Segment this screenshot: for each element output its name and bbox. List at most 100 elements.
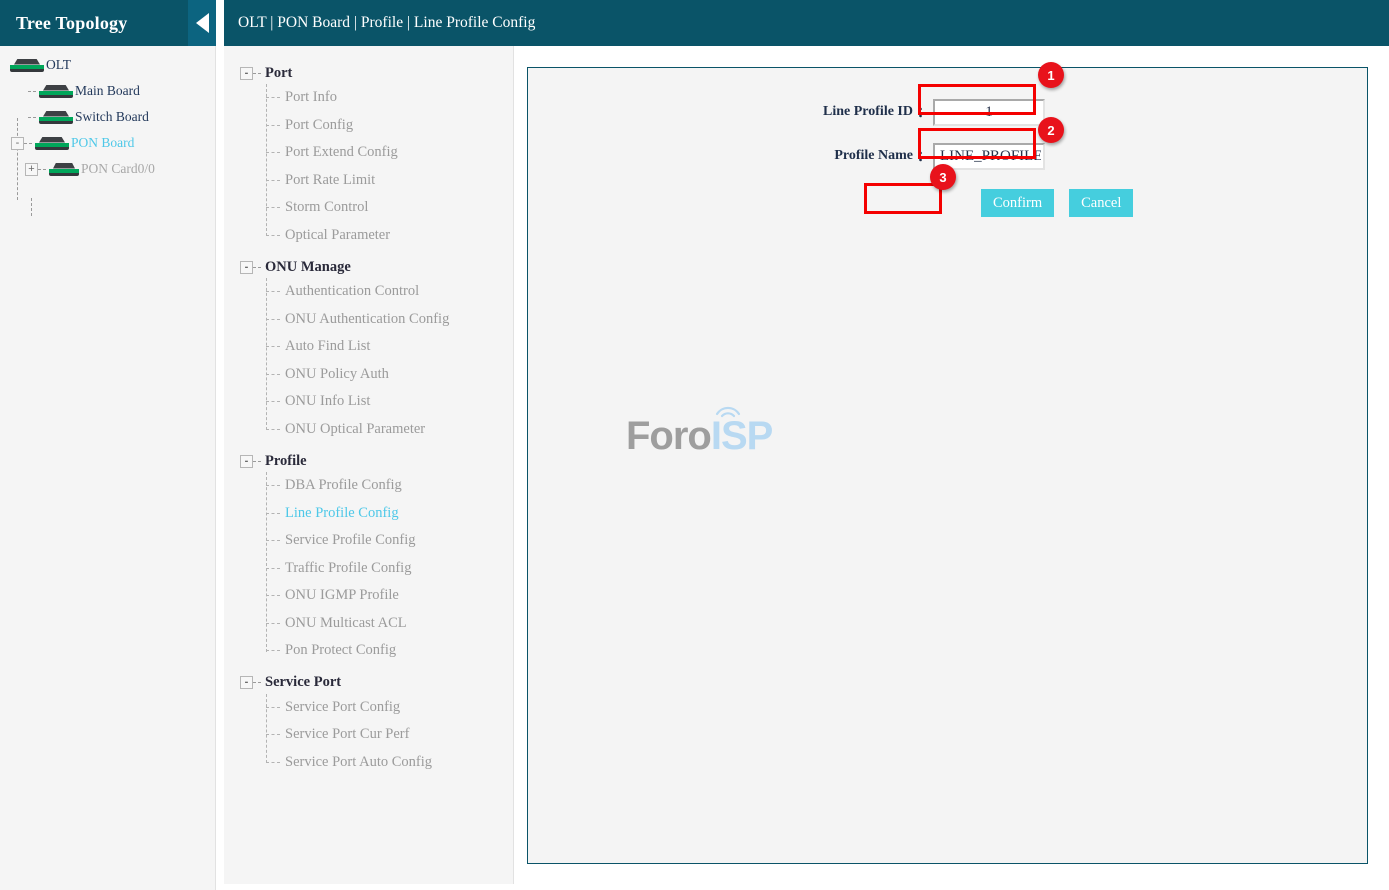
- menu-item-port-config[interactable]: Port Config: [266, 112, 513, 140]
- menu-item-onu-policy-auth[interactable]: ONU Policy Auth: [266, 361, 513, 389]
- foroisp-watermark: Foro ISP: [626, 406, 773, 459]
- tree-item-pon-card[interactable]: + PON Card0/0: [0, 156, 215, 182]
- tree-item-label: Switch Board: [75, 109, 149, 124]
- menu-item-dba-profile-config[interactable]: DBA Profile Config: [266, 472, 513, 500]
- profile-name-label: Profile Name: [834, 148, 913, 163]
- menu-item-onu-multicast-acl[interactable]: ONU Multicast ACL: [266, 610, 513, 638]
- menu-item-label: Auto Find List: [285, 338, 371, 355]
- menu-connector: [253, 72, 261, 74]
- device-icon: [49, 162, 79, 176]
- device-icon: [35, 136, 69, 150]
- menu-item-connector: [266, 207, 280, 209]
- device-tree: OLT Main Board Switch Board - PON Board …: [0, 46, 215, 216]
- menu-item-connector: [266, 761, 280, 763]
- menu-group-profile[interactable]: - Profile: [240, 450, 513, 472]
- menu-group-spacer: [224, 665, 513, 672]
- label-colon: ：: [917, 150, 931, 165]
- profile-name-input[interactable]: [933, 142, 1045, 170]
- menu-item-service-profile-config[interactable]: Service Profile Config: [266, 527, 513, 555]
- menu-item-authentication-control[interactable]: Authentication Control: [266, 278, 513, 306]
- menu-item-onu-optical-parameter[interactable]: ONU Optical Parameter: [266, 416, 513, 444]
- form-action-row: Confirm Cancel: [812, 189, 1232, 217]
- menu-item-auto-find-list[interactable]: Auto Find List: [266, 333, 513, 361]
- profile-name-row: Profile Name ：: [812, 134, 1232, 178]
- label-colon: ：: [917, 106, 931, 121]
- menu-item-connector: [266, 179, 280, 181]
- menu-item-label: Line Profile Config: [285, 504, 399, 521]
- menu-group-toggle[interactable]: -: [240, 66, 253, 80]
- menu-group-label: Profile: [265, 452, 307, 469]
- menu-group-label: Port: [265, 64, 293, 81]
- wifi-arc-icon: [715, 406, 740, 418]
- device-icon: [39, 84, 73, 98]
- menu-item-connector: [266, 428, 280, 430]
- tree-item-label: PON Board: [71, 135, 135, 150]
- navigation-menu-list: - Port Port Info Port Config Port Extend Con…: [224, 0, 513, 776]
- line-profile-id-input[interactable]: [933, 98, 1045, 126]
- menu-item-label: Port Extend Config: [285, 144, 398, 161]
- tree-item-olt[interactable]: OLT: [0, 52, 215, 78]
- device-icon: [10, 58, 44, 72]
- menu-item-onu-info-list[interactable]: ONU Info List: [266, 388, 513, 416]
- navigation-menu-panel: - Port Port Info Port Config Port Extend Con…: [224, 0, 514, 884]
- menu-item-service-port-cur-perf[interactable]: Service Port Cur Perf: [266, 721, 513, 749]
- menu-item-label: ONU IGMP Profile: [285, 587, 399, 604]
- menu-item-onu-igmp-profile[interactable]: ONU IGMP Profile: [266, 582, 513, 610]
- menu-item-label: Pon Protect Config: [285, 642, 397, 659]
- device-icon: [39, 110, 73, 124]
- menu-item-label: Port Info: [285, 89, 337, 106]
- tree-item-switch-board[interactable]: Switch Board: [0, 104, 215, 130]
- menu-connector: [253, 682, 261, 683]
- sidebar-collapse-button[interactable]: [188, 0, 216, 46]
- menu-group-label: ONU Manage: [265, 258, 351, 275]
- menu-item-service-port-auto-config[interactable]: Service Port Auto Config: [266, 749, 513, 777]
- tree-item-main-board[interactable]: Main Board: [0, 78, 215, 104]
- menu-group-onu-manage[interactable]: - ONU Manage: [240, 256, 513, 278]
- tree-item-pon-board[interactable]: - PON Board: [0, 130, 215, 156]
- menu-item-label: ONU Info List: [285, 393, 371, 410]
- menu-item-service-port-config[interactable]: Service Port Config: [266, 694, 513, 722]
- confirm-button[interactable]: Confirm: [981, 189, 1055, 217]
- menu-group-toggle[interactable]: -: [240, 676, 253, 689]
- menu-item-port-rate-limit[interactable]: Port Rate Limit: [266, 167, 513, 195]
- menu-group-toggle[interactable]: -: [240, 454, 253, 468]
- menu-item-label: Storm Control: [285, 199, 369, 216]
- menu-item-connector: [266, 291, 280, 293]
- menu-item-storm-control[interactable]: Storm Control: [266, 194, 513, 222]
- tree-connector: [38, 168, 46, 170]
- menu-group-service-port[interactable]: - Service Port: [240, 672, 513, 694]
- menu-item-port-extend-config[interactable]: Port Extend Config: [266, 139, 513, 167]
- sidebar-title: Tree Topology: [16, 12, 128, 33]
- tree-item-label: OLT: [46, 57, 72, 72]
- cancel-button[interactable]: Cancel: [1069, 189, 1134, 217]
- menu-item-label: Optical Parameter: [285, 226, 391, 243]
- menu-connector: [253, 460, 261, 462]
- breadcrumb: OLT | PON Board | Profile | Line Profile…: [238, 14, 536, 31]
- tree-collapse-toggle[interactable]: -: [11, 136, 24, 150]
- menu-group-items: Service Port Config Service Port Cur Perf…: [224, 693, 513, 777]
- menu-group-items: DBA Profile Config Line Profile Config Ser…: [224, 472, 513, 665]
- menu-item-traffic-profile-config[interactable]: Traffic Profile Config: [266, 555, 513, 583]
- menu-group-toggle[interactable]: -: [240, 260, 253, 274]
- tree-connector: [28, 90, 36, 92]
- menu-item-onu-authentication-config[interactable]: ONU Authentication Config: [266, 306, 513, 334]
- tree-expand-toggle[interactable]: +: [25, 162, 38, 176]
- menu-item-connector: [266, 234, 280, 236]
- menu-item-label: Service Port Config: [285, 698, 401, 715]
- menu-connector: [253, 266, 261, 268]
- menu-item-line-profile-config[interactable]: Line Profile Config: [266, 500, 513, 528]
- menu-item-port-info[interactable]: Port Info: [266, 84, 513, 112]
- menu-item-label: ONU Optical Parameter: [285, 420, 426, 437]
- content-area: Foro ISP Line Profile ID ： Profi: [515, 46, 1389, 890]
- tree-topology-sidebar: Tree Topology OLT Main Board Switch Boar…: [0, 0, 216, 890]
- menu-item-pon-protect-config[interactable]: Pon Protect Config: [266, 637, 513, 665]
- menu-group-port[interactable]: - Port: [240, 62, 513, 84]
- menu-item-label: DBA Profile Config: [285, 477, 402, 494]
- menu-item-label: ONU Policy Auth: [285, 365, 389, 382]
- menu-item-optical-parameter[interactable]: Optical Parameter: [266, 222, 513, 250]
- watermark-isp-text: ISP: [710, 414, 773, 458]
- menu-item-label: Authentication Control: [285, 283, 420, 300]
- menu-item-label: Port Config: [285, 116, 354, 133]
- tree-item-label: PON Card0/0: [81, 161, 155, 176]
- menu-item-connector: [266, 512, 280, 514]
